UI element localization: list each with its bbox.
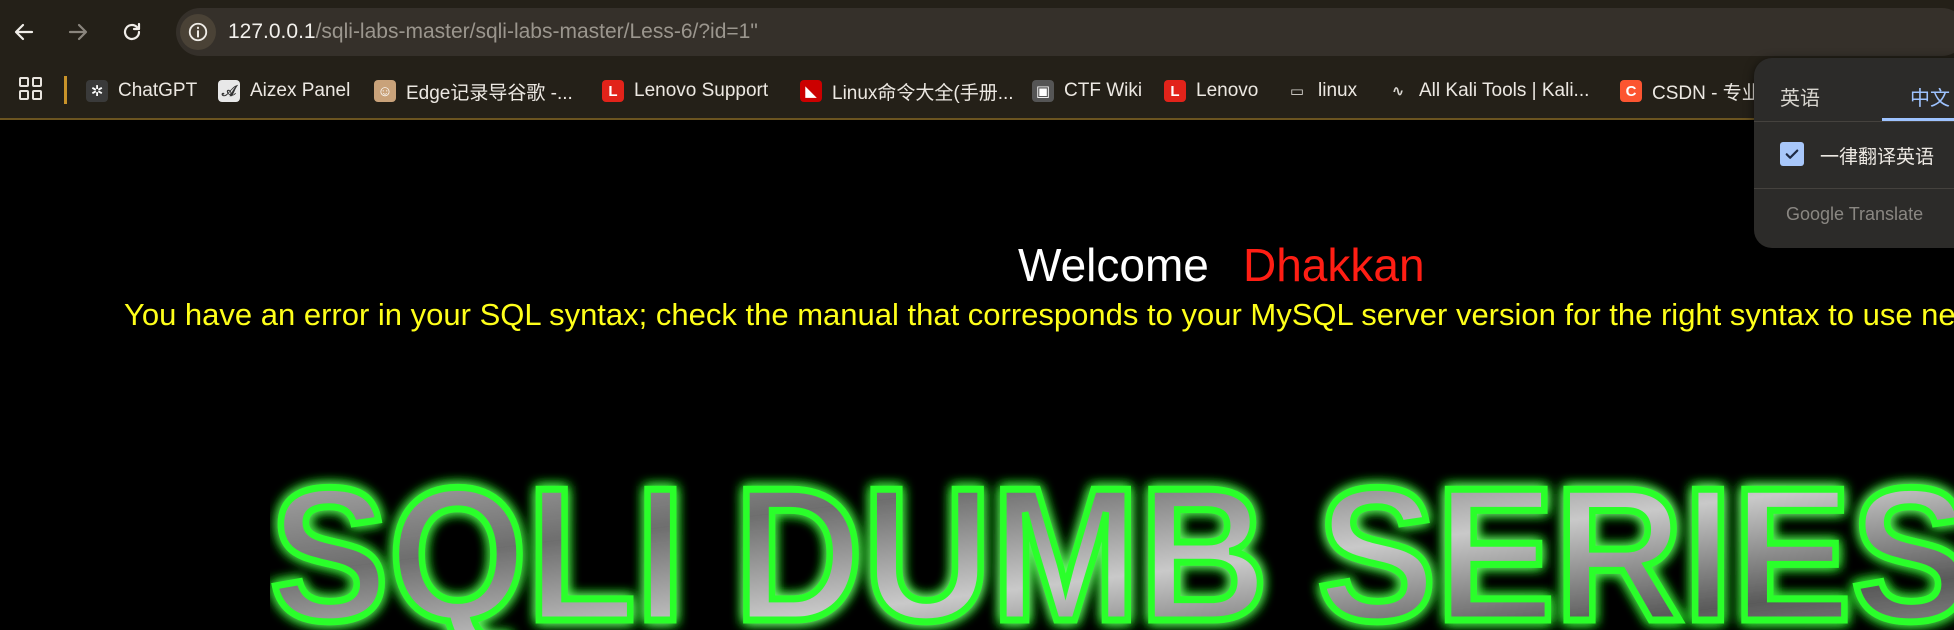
ctf-wiki-icon: ▣ [1032,80,1054,102]
popup-divider [1754,121,1954,122]
aizex-icon: 𝒜 [218,80,240,102]
url-path: /sqli-labs-master/sqli-labs-master/Less-… [315,20,758,43]
sqli-dumb-series-banner: SQLI DUMB SERIES [270,470,1954,630]
url-host: 127.0.0.1 [228,20,316,43]
translate-popup: 英语 中文 一律翻译英语 Google Translate [1754,58,1954,248]
welcome-name: Dhakkan [1243,239,1425,291]
tab-target-language[interactable]: 中文 [1910,82,1950,116]
browser-toolbar: 127.0.0.1/sqli-labs-master/sqli-labs-mas… [0,0,1954,64]
info-icon [188,22,208,42]
bookmark-label: Lenovo [1196,80,1259,101]
bookmark-label: linux [1318,80,1358,101]
bookmark-item[interactable]: ✲ ChatGPT [86,76,197,106]
bookmarks-bar: ✲ ChatGPT 𝒜 Aizex Panel ☺ Edge记录导谷歌 -... L Leno… [0,64,1954,120]
bookmark-item[interactable]: ∿ All Kali Tools | Kali... [1387,76,1590,106]
bookmark-label: Edge记录导谷歌 -... [406,82,573,104]
forward-button[interactable] [60,14,96,50]
reload-button[interactable] [114,14,150,50]
bookmark-label: Lenovo Support [634,80,769,101]
back-arrow-icon [14,23,34,41]
chatgpt-icon: ✲ [86,80,108,102]
bookmark-label: ChatGPT [118,80,198,101]
sql-error-message: You have an error in your SQL syntax; ch… [124,297,1954,332]
site-info-button[interactable] [180,14,216,50]
popup-divider-bottom [1754,188,1954,189]
bookmark-item[interactable]: ▭ linux [1286,76,1357,106]
tab-source-language[interactable]: 英语 [1780,82,1820,116]
always-translate-checkbox[interactable] [1780,142,1804,166]
reload-icon [123,22,141,41]
folder-icon: ▭ [1289,83,1305,100]
csdn-icon: C [1620,80,1642,102]
welcome-text: Welcome [1018,239,1209,291]
bookmark-item[interactable]: L Lenovo Support [602,76,768,106]
google-translate-brand: Google Translate [1786,204,1924,224]
bookmark-item[interactable]: ▣ CTF Wiki [1032,76,1142,106]
apps-grid-icon[interactable] [18,76,44,102]
bookmark-item[interactable]: ◣ Linux命令大全(手册... [800,76,1014,106]
bookmark-label: Linux命令大全(手册... [832,82,1014,104]
back-button[interactable] [6,14,42,50]
bookmark-label: CSDN - 专业 [1652,82,1761,104]
bookmark-item[interactable]: L Lenovo [1164,76,1258,106]
lenovo-icon: L [602,80,624,102]
always-translate-label: 一律翻译英语 [1820,147,1935,168]
bookmark-item[interactable]: C CSDN - 专业 [1620,76,1761,106]
redhat-icon: ◣ [800,80,822,102]
checkmark-icon [1785,149,1799,159]
forward-arrow-icon [68,23,88,41]
bookmark-item[interactable]: 𝒜 Aizex Panel [218,76,350,106]
lenovo-icon: L [1164,80,1186,102]
bookmark-label: Aizex Panel [250,80,351,101]
bookmarks-separator [64,76,67,104]
url-text[interactable]: 127.0.0.1/sqli-labs-master/sqli-labs-mas… [228,16,758,48]
bookmark-item[interactable]: ☺ Edge记录导谷歌 -... [374,76,573,106]
bookmark-label: CTF Wiki [1064,80,1143,101]
avatar-icon: ☺ [374,80,396,102]
kali-icon: ∿ [1391,83,1405,100]
bookmark-label: All Kali Tools | Kali... [1419,80,1590,101]
banner-text: SQLI DUMB SERIES [270,470,1954,630]
